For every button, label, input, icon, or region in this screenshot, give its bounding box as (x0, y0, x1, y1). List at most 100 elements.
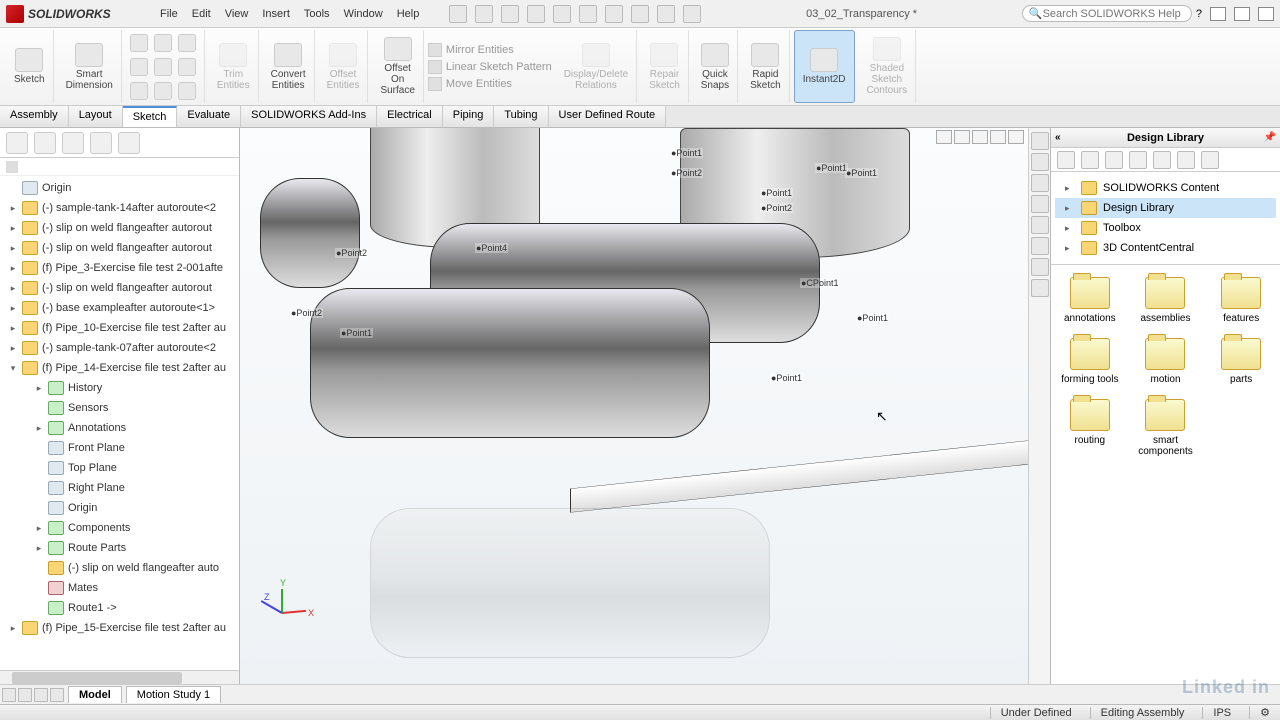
fm-assembly-icon[interactable] (6, 132, 28, 154)
tree-row[interactable]: ▸ (f) Pipe_15-Exercise file test 2after … (0, 618, 239, 638)
status-custom-icon[interactable]: ⚙ (1249, 706, 1270, 719)
dlib-node[interactable]: ▸ Toolbox (1055, 218, 1276, 238)
cmd-tab-layout[interactable]: Layout (69, 106, 123, 127)
menu-window[interactable]: Window (344, 8, 383, 20)
help-search[interactable]: 🔍 (1022, 5, 1192, 22)
tab-next-icon[interactable] (34, 688, 48, 702)
mirror-entities-button[interactable]: Mirror Entities (428, 43, 552, 57)
expander-icon[interactable]: ▸ (1065, 203, 1075, 214)
rectangle-icon[interactable] (130, 58, 148, 76)
maximize-button[interactable] (1234, 7, 1250, 21)
tree-row[interactable]: ▸ (-) slip on weld flangeafter autorout (0, 218, 239, 238)
view-palette-icon[interactable] (1031, 195, 1049, 213)
undo-icon[interactable] (579, 5, 597, 23)
options-icon[interactable] (657, 5, 675, 23)
tree-row[interactable]: Origin (0, 178, 239, 198)
home-icon[interactable] (1031, 132, 1049, 150)
linear-pattern-button[interactable]: Linear Sketch Pattern (428, 60, 552, 74)
tree-row[interactable]: ▸ (f) Pipe_10-Exercise file test 2after … (0, 318, 239, 338)
cmd-tab-sketch[interactable]: Sketch (123, 106, 178, 127)
select-icon[interactable] (605, 5, 623, 23)
tree-row[interactable]: ▸ (-) base exampleafter autoroute<1> (0, 298, 239, 318)
tree-row[interactable]: Origin (0, 498, 239, 518)
expander-icon[interactable] (34, 443, 44, 453)
tree-horizontal-scrollbar[interactable] (0, 670, 239, 684)
expander-icon[interactable]: ▸ (34, 523, 44, 533)
menu-insert[interactable]: Insert (262, 8, 290, 20)
instant2d-button[interactable]: Instant2D (794, 30, 855, 103)
expander-icon[interactable] (8, 183, 18, 193)
add-folder-icon[interactable] (1129, 151, 1147, 169)
dlib-node[interactable]: ▸ 3D ContentCentral (1055, 238, 1276, 258)
forum-icon[interactable] (1031, 258, 1049, 276)
slot-icon[interactable] (130, 82, 148, 100)
expander-icon[interactable]: ▸ (8, 623, 18, 633)
print-icon[interactable] (553, 5, 571, 23)
spline-icon[interactable] (178, 34, 196, 52)
tree-row[interactable]: Right Plane (0, 478, 239, 498)
cmd-tab-solidworks-add-ins[interactable]: SOLIDWORKS Add-Ins (241, 106, 377, 127)
close-button[interactable] (1258, 7, 1274, 21)
back-icon[interactable] (1057, 151, 1075, 169)
scroll-thumb[interactable] (12, 672, 182, 684)
cmd-tab-evaluate[interactable]: Evaluate (177, 106, 241, 127)
repair-sketch-button[interactable]: Repair Sketch (641, 30, 689, 103)
sw-resources-icon[interactable] (1031, 279, 1049, 297)
file-explorer-icon[interactable] (1031, 174, 1049, 192)
text-icon[interactable] (178, 82, 196, 100)
dlib-folder-smart-components[interactable]: smart components (1135, 399, 1197, 457)
design-library-icon[interactable] (1031, 153, 1049, 171)
tree-row[interactable]: ▸ Components (0, 518, 239, 538)
convert-entities-button[interactable]: Convert Entities (263, 30, 315, 103)
tab-first-icon[interactable] (2, 688, 16, 702)
tree-row[interactable]: Mates (0, 578, 239, 598)
menu-file[interactable]: File (160, 8, 178, 20)
expander-icon[interactable] (34, 403, 44, 413)
line-icon[interactable] (130, 34, 148, 52)
trim-entities-button[interactable]: Trim Entities (209, 30, 259, 103)
fm-config-icon[interactable] (34, 132, 56, 154)
ellipse-icon[interactable] (178, 58, 196, 76)
expander-icon[interactable]: ▸ (1065, 183, 1075, 194)
fm-appearance-icon[interactable] (118, 132, 140, 154)
tree-row[interactable]: ▸ Route Parts (0, 538, 239, 558)
expander-icon[interactable]: ▸ (1065, 223, 1075, 234)
fm-filter-bar[interactable] (0, 158, 239, 176)
quick-snaps-button[interactable]: Quick Snaps (693, 30, 738, 103)
expander-icon[interactable]: ▾ (8, 363, 18, 373)
dlib-folder-annotations[interactable]: annotations (1059, 277, 1121, 324)
fm-display-icon[interactable] (90, 132, 112, 154)
move-entities-button[interactable]: Move Entities (428, 77, 552, 91)
tree-row[interactable]: ▸ (-) slip on weld flangeafter autorout (0, 238, 239, 258)
model-tab[interactable]: Model (68, 686, 122, 703)
bulb-icon[interactable] (1201, 151, 1219, 169)
expander-icon[interactable]: ▸ (8, 263, 18, 273)
gear-icon[interactable] (683, 5, 701, 23)
tree-row[interactable]: ▸ (-) sample-tank-07after autoroute<2 (0, 338, 239, 358)
dlib-folder-features[interactable]: features (1210, 277, 1272, 324)
help-icon[interactable]: ? (1196, 8, 1202, 20)
rebuild-icon[interactable] (631, 5, 649, 23)
expander-icon[interactable] (34, 483, 44, 493)
expander-icon[interactable]: ▸ (34, 383, 44, 393)
add-location-icon[interactable] (1105, 151, 1123, 169)
tree-row[interactable]: ▾ (f) Pipe_14-Exercise file test 2after … (0, 358, 239, 378)
status-units[interactable]: IPS (1202, 707, 1231, 719)
tree-row[interactable]: ▸ (-) sample-tank-14after autoroute<2 (0, 198, 239, 218)
expander-icon[interactable] (34, 563, 44, 573)
expander-icon[interactable]: ▸ (8, 303, 18, 313)
shaded-contours-button[interactable]: Shaded Sketch Contours (859, 30, 917, 103)
expander-icon[interactable]: ▸ (8, 223, 18, 233)
offset-entities-button[interactable]: Offset Entities (319, 30, 369, 103)
config-icon[interactable] (1177, 151, 1195, 169)
vp-minimize-icon[interactable] (972, 130, 988, 144)
expander-icon[interactable] (34, 503, 44, 513)
expander-icon[interactable]: ▸ (8, 283, 18, 293)
motion-study-tab[interactable]: Motion Study 1 (126, 686, 221, 703)
pin-panel-icon[interactable]: 📌 (1264, 132, 1276, 143)
save-icon[interactable] (527, 5, 545, 23)
vp-close-icon[interactable] (1008, 130, 1024, 144)
cmd-tab-piping[interactable]: Piping (443, 106, 495, 127)
expander-icon[interactable] (34, 583, 44, 593)
menu-help[interactable]: Help (397, 8, 420, 20)
